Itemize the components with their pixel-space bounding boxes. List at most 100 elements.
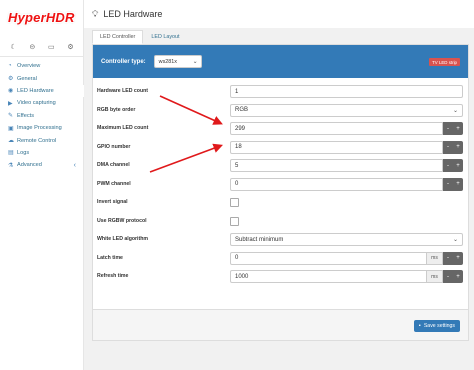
effects-icon: ✎: [8, 113, 14, 120]
chevron-down-icon: ⌄: [452, 107, 458, 114]
settings-icon[interactable]: ⚙: [67, 43, 73, 51]
white-led-algorithm-select[interactable]: Subtract minimum ⌄: [230, 233, 463, 246]
row-white-led-algorithm: White LED algorithm Subtract minimum ⌄: [93, 233, 468, 247]
controller-type-value: ws281x: [158, 58, 177, 65]
dma-channel-decrement[interactable]: -: [443, 159, 453, 172]
invert-signal-label: Invert signal: [97, 199, 128, 205]
tab-bar: LED Controller LED Layout: [92, 30, 188, 44]
row-max-led-count: Maximum LED count 299 - +: [93, 122, 468, 136]
gpio-number-increment[interactable]: +: [453, 140, 463, 154]
panel-footer: ▪ Save settings: [93, 309, 468, 340]
max-led-count-label: Maximum LED count: [97, 125, 149, 131]
save-icon: ▪: [418, 323, 421, 329]
chevron-down-icon: ⌄: [452, 237, 458, 243]
image-icon: ▣: [8, 125, 14, 132]
sidebar-item-image-processing[interactable]: ▣ Image Processing: [0, 122, 84, 134]
bulb-icon: 💡︎: [92, 8, 99, 19]
sidebar-item-logs[interactable]: ▤ Logs: [0, 147, 84, 159]
gpio-number-decrement[interactable]: -: [443, 140, 453, 154]
pwm-channel-decrement[interactable]: -: [443, 177, 453, 191]
row-dma-channel: DMA channel 5 - +: [93, 159, 468, 173]
hyperhdr-logo: HyperHDR: [8, 10, 75, 25]
sidebar-item-label: Advanced: [17, 162, 42, 169]
dma-channel-label: DMA channel: [97, 162, 130, 168]
sidebar-item-label: Logs: [17, 149, 30, 156]
row-latch-time: Latch time 0 ms - +: [93, 251, 468, 266]
sidebar-nav: ◔ Overview ⚙ General ◉ LED Hardware ▶ Vi…: [0, 60, 84, 172]
max-led-count-decrement[interactable]: -: [443, 122, 453, 135]
sidebar-item-advanced[interactable]: ⚗ Advanced ‹: [0, 159, 84, 171]
row-gpio-number: GPIO number 18 - +: [93, 140, 468, 155]
row-rgb-byte-order: RGB byte order RGB ⌄: [93, 103, 468, 118]
row-use-rgbw: Use RGBW protocol: [93, 215, 468, 229]
sidebar-divider: [0, 56, 84, 57]
refresh-time-increment[interactable]: +: [453, 270, 463, 283]
dma-channel-input[interactable]: 5: [230, 159, 443, 172]
page-header: 💡︎ LED Hardware: [84, 0, 474, 28]
sidebar-item-remote-control[interactable]: ☁ Remote Control: [0, 134, 84, 146]
page-title: LED Hardware: [103, 9, 163, 19]
white-led-algorithm-label: White LED algorithm: [97, 236, 149, 242]
chevron-left-icon: ‹: [73, 161, 76, 169]
save-settings-label: Save settings: [423, 323, 455, 329]
sidebar-quick-icons: ☾ ⊝ ▭ ⚙: [0, 40, 84, 54]
tab-led-controller[interactable]: LED Controller: [92, 30, 144, 44]
sidebar-item-label: Remote Control: [17, 137, 57, 144]
max-led-count-input[interactable]: 299: [230, 122, 443, 135]
row-refresh-time: Refresh time 1000 ms - +: [93, 270, 468, 284]
sidebar-item-overview[interactable]: ◔ Overview: [0, 60, 84, 72]
sidebar-item-label: Video capturing: [17, 100, 56, 107]
row-invert-signal: Invert signal: [93, 196, 468, 210]
toggle-icon[interactable]: ⊝: [29, 43, 35, 51]
sidebar-item-label: General: [17, 75, 37, 82]
sidebar-item-general[interactable]: ⚙ General: [0, 72, 84, 84]
pwm-channel-label: PWM channel: [97, 180, 131, 187]
refresh-time-decrement[interactable]: -: [443, 270, 453, 283]
gpio-number-label: GPIO number: [97, 143, 131, 150]
sidebar-item-label: LED Hardware: [17, 87, 54, 94]
chevron-down-icon: ⌄: [192, 59, 198, 65]
dashboard-icon: ◔: [8, 63, 12, 70]
hardware-led-count-input[interactable]: 1: [230, 85, 463, 98]
panel-header: Controller type: ws281x ⌄ TV LED strip: [93, 45, 468, 78]
monitor-icon[interactable]: ▭: [48, 43, 55, 51]
latch-time-unit: ms: [427, 251, 443, 265]
app-window: HyperHDR ☾ ⊝ ▭ ⚙ ◔ Overview ⚙ General ◉ …: [0, 0, 474, 370]
gpio-number-input[interactable]: 18: [230, 140, 443, 154]
sidebar-item-video-capturing[interactable]: ▶ Video capturing: [0, 97, 84, 109]
row-hardware-led-count: Hardware LED count 1: [93, 85, 468, 99]
sidebar: HyperHDR ☾ ⊝ ▭ ⚙ ◔ Overview ⚙ General ◉ …: [0, 0, 84, 370]
controller-type-label: Controller type:: [101, 58, 146, 65]
bulb-icon: ◉: [8, 88, 14, 95]
latch-time-increment[interactable]: +: [453, 251, 463, 265]
latch-time-decrement[interactable]: -: [443, 251, 453, 265]
sidebar-item-label: Effects: [17, 112, 34, 119]
tab-led-layout[interactable]: LED Layout: [143, 30, 187, 44]
pwm-channel-increment[interactable]: +: [453, 177, 463, 191]
invert-signal-checkbox[interactable]: [230, 198, 239, 207]
refresh-time-unit: ms: [427, 270, 443, 283]
pwm-channel-input[interactable]: 0: [230, 177, 443, 191]
max-led-count-increment[interactable]: +: [453, 122, 463, 135]
latch-time-input[interactable]: 0: [230, 251, 427, 265]
dma-channel-increment[interactable]: +: [453, 159, 463, 172]
use-rgbw-checkbox[interactable]: [230, 216, 239, 226]
rgb-byte-order-value: RGB: [235, 107, 249, 113]
remote-icon: ☁: [8, 138, 14, 145]
white-led-algorithm-value: Subtract minimum: [235, 236, 284, 243]
moon-icon[interactable]: ☾: [10, 43, 16, 51]
logs-icon: ▤: [8, 150, 14, 157]
save-settings-button[interactable]: ▪ Save settings: [413, 320, 460, 332]
sidebar-item-effects[interactable]: ✎ Effects: [0, 110, 84, 122]
rgb-byte-order-label: RGB byte order: [97, 106, 136, 113]
sidebar-item-led-hardware[interactable]: ◉ LED Hardware: [0, 84, 84, 98]
hardware-led-count-label: Hardware LED count: [97, 88, 149, 94]
sidebar-item-label: Image Processing: [17, 125, 62, 132]
refresh-time-input[interactable]: 1000: [230, 270, 427, 283]
controller-type-select[interactable]: ws281x ⌄: [153, 55, 202, 68]
sidebar-item-label: Overview: [17, 63, 41, 70]
use-rgbw-label: Use RGBW protocol: [97, 217, 147, 224]
rgb-byte-order-select[interactable]: RGB ⌄: [230, 103, 463, 117]
led-controller-panel: Controller type: ws281x ⌄ TV LED strip H…: [92, 44, 469, 341]
gear-icon: ⚙: [8, 76, 14, 83]
